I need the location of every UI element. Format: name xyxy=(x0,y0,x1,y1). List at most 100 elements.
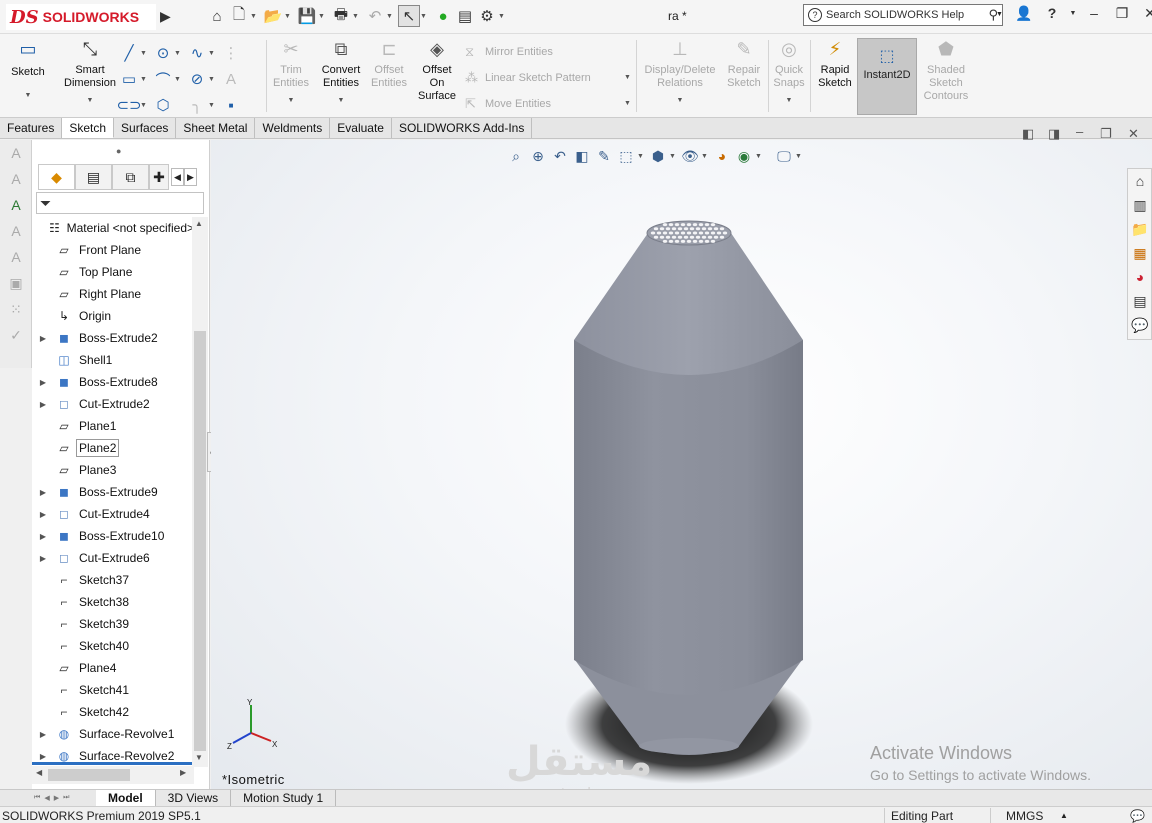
property-manager-tab-icon[interactable]: ▤ xyxy=(75,164,112,190)
tree-horizontal-scrollbar[interactable]: ◀ ▶ xyxy=(32,766,194,784)
tree-item[interactable]: ⌐ Sketch39 xyxy=(32,613,194,635)
expand-arrow-icon[interactable]: ▶ xyxy=(32,730,54,739)
dynamic-annotation-icon[interactable]: ✎ xyxy=(593,146,615,166)
chevron-down-icon[interactable]: ▼ xyxy=(270,94,312,107)
tree-item[interactable]: ▶ ◼ Boss-Extrude10 xyxy=(32,525,194,547)
quick-snaps-button[interactable]: ◎ Quick Snaps ▼ xyxy=(770,38,808,107)
tab-weldments[interactable]: Weldments xyxy=(255,118,331,138)
scroll-left-icon[interactable]: ◀ xyxy=(36,768,42,777)
print-icon[interactable]: 🖶 xyxy=(330,5,352,27)
expand-arrow-icon[interactable]: ▶ xyxy=(32,554,54,563)
expand-arrow-icon[interactable]: ▶ xyxy=(32,378,54,387)
panel-grip-icon[interactable]: ● xyxy=(116,146,121,156)
rectangle-icon[interactable]: ▭ xyxy=(118,69,140,89)
next-tab-icon[interactable]: ▶ xyxy=(54,794,59,802)
graphics-viewport[interactable]: ⌕ ⊕ ↶ ◧ ✎ ⬚ ▼ ⬢ ▼ 👁 ▼ ◕ ◉ ▼ 🖵 ▼ xyxy=(211,140,1152,790)
tree-item[interactable]: ⌐ Sketch40 xyxy=(32,635,194,657)
zoom-to-fit-icon[interactable]: ⌕ xyxy=(505,146,527,166)
expand-arrow-icon[interactable]: ▶ xyxy=(32,752,54,761)
polygon-icon[interactable]: ⬡ xyxy=(152,95,174,115)
check-sketch-icon[interactable]: ✓ xyxy=(0,322,32,348)
tab-scroll-right-icon[interactable]: ▶ xyxy=(184,168,197,186)
chevron-down-icon[interactable]: ▼ xyxy=(701,153,711,160)
close-button[interactable]: ✕ xyxy=(1136,5,1152,23)
tab-model[interactable]: Model xyxy=(96,790,156,806)
chevron-down-icon[interactable]: ▼ xyxy=(795,153,805,160)
tab-sheet-metal[interactable]: Sheet Metal xyxy=(176,118,256,138)
expand-arrow-icon[interactable]: ▶ xyxy=(32,334,54,343)
chevron-down-icon[interactable]: ▼ xyxy=(174,76,186,83)
help-button[interactable]: ? xyxy=(1038,5,1066,23)
chevron-down-icon[interactable]: ▼ xyxy=(498,13,506,20)
chevron-down-icon[interactable]: ▼ xyxy=(140,102,152,109)
viewport-back-icon[interactable]: ◧ xyxy=(1022,126,1034,142)
chevron-down-icon[interactable]: ▼ xyxy=(174,50,186,57)
chevron-down-icon[interactable]: ▼ xyxy=(624,74,631,81)
tree-item[interactable]: ▱ Top Plane xyxy=(32,261,194,283)
linear-sketch-pattern-button[interactable]: ⁂ Linear Sketch Pattern xyxy=(465,70,591,86)
mirror-entities-button[interactable]: ⧖ Mirror Entities xyxy=(465,44,553,60)
ellipse-icon[interactable]: ⊘ xyxy=(186,69,208,89)
minimize-button[interactable]: – xyxy=(1080,5,1108,23)
tree-item[interactable]: ▶ ◼ Boss-Extrude2 xyxy=(32,327,194,349)
viewport-forward-icon[interactable]: ◨ xyxy=(1048,126,1060,142)
feature-tree-tab-icon[interactable]: ◆ xyxy=(38,164,75,190)
tree-item[interactable]: ▶ ◻ Cut-Extrude2 xyxy=(32,393,194,415)
instant2d-button[interactable]: ⬚ Instant2D xyxy=(857,38,917,115)
file-properties-icon[interactable]: ▤ xyxy=(454,5,476,27)
convert-entities-button[interactable]: ⧉ Convert Entities ▼ xyxy=(316,38,366,107)
appearances-icon[interactable]: ◕ xyxy=(1128,265,1152,289)
menu-expand-icon[interactable]: ▶ xyxy=(160,8,172,26)
rapid-sketch-button[interactable]: ⚡ Rapid Sketch xyxy=(814,38,856,90)
hide-show-items-icon[interactable]: 👁 xyxy=(679,146,701,166)
display-delete-relations-button[interactable]: ⊥ Display/Delete Relations ▼ xyxy=(640,38,720,107)
previous-view-icon[interactable]: ↶ xyxy=(549,146,571,166)
search-dropdown-icon[interactable]: ▼ xyxy=(996,11,1003,18)
help-dropdown-icon[interactable]: ▼ xyxy=(1066,5,1080,23)
tree-item[interactable]: ⌐ Sketch38 xyxy=(32,591,194,613)
repair-sketch-button[interactable]: ✎ Repair Sketch xyxy=(722,38,766,90)
trim-entities-button[interactable]: ✂ Trim Entities ▼ xyxy=(270,38,312,107)
sketch-picture-icon[interactable]: A xyxy=(0,166,32,192)
home-icon[interactable]: ⌂ xyxy=(206,5,228,27)
chevron-down-icon[interactable]: ▼ xyxy=(770,94,808,107)
tab-evaluate[interactable]: Evaluate xyxy=(330,118,392,138)
tree-item[interactable]: ↳ Origin xyxy=(32,305,194,327)
tree-item[interactable]: ▱ Front Plane xyxy=(32,239,194,261)
solidworks-logo[interactable]: DS SOLIDWORKS xyxy=(6,4,156,30)
chevron-down-icon[interactable]: ▼ xyxy=(624,100,631,107)
tree-item[interactable]: ▶ ◻ Cut-Extrude6 xyxy=(32,547,194,569)
copy-entities-icon[interactable]: ▣ xyxy=(0,270,32,296)
options-gear-icon[interactable]: ⚙ xyxy=(476,5,498,27)
help-search-input[interactable]: ? Search SOLIDWORKS Help ⚲ xyxy=(803,4,1003,26)
circle-icon[interactable]: ⊙ xyxy=(152,43,174,63)
expand-arrow-icon[interactable]: ▶ xyxy=(32,488,54,497)
expand-arrow-icon[interactable]: ▶ xyxy=(32,400,54,409)
chevron-down-icon[interactable]: ▼ xyxy=(140,50,152,57)
edit-appearance-icon[interactable]: ◕ xyxy=(711,146,733,166)
dimxpert-tab-icon[interactable]: ✚ xyxy=(149,164,169,190)
forum-icon[interactable]: 💬 xyxy=(1128,313,1152,337)
section-view-icon[interactable]: ◧ xyxy=(571,146,593,166)
display-style-icon[interactable]: ⬢ xyxy=(647,146,669,166)
view-settings-icon[interactable]: 🖵 xyxy=(773,146,795,166)
smart-dimension-button[interactable]: ⤡ Smart Dimension ▼ xyxy=(62,38,118,107)
chevron-down-icon[interactable]: ▼ xyxy=(62,94,118,107)
arc-icon[interactable]: ⌒ xyxy=(152,69,174,89)
open-folder-icon[interactable]: 📂 xyxy=(262,5,284,27)
tree-item[interactable]: ⌐ Sketch37 xyxy=(32,569,194,591)
custom-properties-icon[interactable]: ▤ xyxy=(1128,289,1152,313)
solidworks-resources-icon[interactable]: ⌂ xyxy=(1128,169,1152,193)
fillet-icon[interactable]: ╮ xyxy=(186,95,208,115)
slot-icon[interactable]: ⊂⊃ xyxy=(116,95,141,115)
spline-icon[interactable]: ∿ xyxy=(186,43,208,63)
tree-item[interactable]: ⌐ Sketch42 xyxy=(32,701,194,723)
unit-dropdown-icon[interactable]: ▲ xyxy=(1060,811,1068,820)
chevron-down-icon[interactable]: ▼ xyxy=(208,76,220,83)
line-icon[interactable]: ╱ xyxy=(118,43,140,63)
tree-item[interactable]: ▶ ◻ Cut-Extrude4 xyxy=(32,503,194,525)
sketch-button[interactable]: ▭ Sketch ▼ xyxy=(8,38,48,102)
fully-define-icon[interactable]: A xyxy=(0,218,32,244)
sketch-block-icon[interactable]: A xyxy=(0,244,32,270)
chevron-down-icon[interactable]: ▼ xyxy=(352,13,360,20)
